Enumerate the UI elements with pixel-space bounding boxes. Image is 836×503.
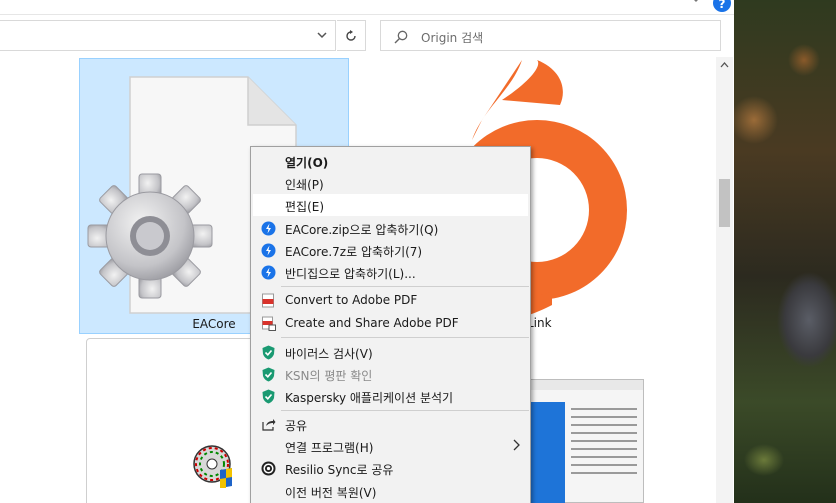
adobe-pdf-icon xyxy=(262,293,274,308)
menu-item-bandizip-compress[interactable]: 반디집으로 압축하기(L)... xyxy=(253,261,528,283)
menu-item-print[interactable]: 인쇄(P) xyxy=(253,172,528,194)
menu-item-edit[interactable]: 편집(E) xyxy=(253,194,528,216)
chevron-down-icon[interactable] xyxy=(690,0,704,9)
menu-item-convert-pdf[interactable]: Convert to Adobe PDF xyxy=(253,289,528,311)
bandizip-icon xyxy=(261,265,276,280)
menu-separator xyxy=(281,337,529,338)
thumbnail-titlebar xyxy=(531,380,643,390)
menu-item-zip-compress[interactable]: EACore.zip으로 압축하기(Q) xyxy=(253,217,528,239)
menu-item-label: EACore.zip으로 압축하기(Q) xyxy=(285,223,439,237)
refresh-icon xyxy=(346,30,356,41)
refresh-button[interactable] xyxy=(337,20,366,51)
gear-icon xyxy=(87,173,213,299)
kaspersky-shield-icon xyxy=(262,367,275,382)
menu-separator xyxy=(281,286,529,287)
menu-item-label: 열기(O) xyxy=(285,156,329,170)
menu-item-label: Kaspersky 애플리케이션 분석기 xyxy=(285,391,454,405)
bandizip-icon xyxy=(261,243,276,258)
menu-item-label: 반디집으로 압축하기(L)... xyxy=(285,267,416,281)
resilio-sync-icon xyxy=(261,461,276,476)
menu-item-label: 이전 버전 복원(V) xyxy=(285,486,377,500)
kaspersky-shield-icon xyxy=(262,389,275,404)
menu-item-kaspersky-analyzer[interactable]: Kaspersky 애플리케이션 분석기 xyxy=(253,385,528,407)
window-thumbnail[interactable] xyxy=(530,379,644,503)
menu-item-label: 인쇄(P) xyxy=(285,178,324,192)
share-icon xyxy=(262,419,276,431)
bandizip-icon xyxy=(261,221,276,236)
menu-item-label: 공유 xyxy=(285,419,308,433)
chevron-up-icon[interactable] xyxy=(719,61,730,71)
menu-item-label: 연결 프로그램(H) xyxy=(285,441,374,455)
background-photo xyxy=(734,0,836,503)
adobe-pdf-share-icon xyxy=(262,316,276,331)
menu-item-label: Create and Share Adobe PDF xyxy=(285,316,459,330)
help-button[interactable]: ? xyxy=(713,0,731,12)
menu-item-ksn-reputation[interactable]: KSN의 평판 확인 xyxy=(253,363,528,385)
thumbnail-text-lines xyxy=(571,408,637,480)
thumbnail-blue-panel xyxy=(531,402,565,503)
menu-item-label: Resilio Sync로 공유 xyxy=(285,463,394,477)
chevron-right-icon xyxy=(512,439,520,454)
menu-item-label: EACore.7z로 압축하기(7) xyxy=(285,245,423,259)
search-placeholder: Origin 검색 xyxy=(421,31,484,45)
menu-item-share[interactable]: 공유 xyxy=(253,413,528,435)
menu-item-7z-compress[interactable]: EACore.7z로 압축하기(7) xyxy=(253,239,528,261)
search-box[interactable]: Origin 검색 xyxy=(380,20,721,51)
menu-separator xyxy=(281,410,529,411)
file-item-setup[interactable] xyxy=(86,338,276,503)
context-menu: 열기(O) 인쇄(P) 편집(E) EACore.zip으로 압축하기(Q) E… xyxy=(250,146,531,503)
installer-disc-icon xyxy=(193,445,232,488)
scrollbar-thumb[interactable] xyxy=(719,179,730,227)
top-strip: ? xyxy=(0,0,734,15)
menu-item-open-with[interactable]: 연결 프로그램(H) xyxy=(253,435,528,457)
menu-item-open[interactable]: 열기(O) xyxy=(253,150,528,172)
menu-item-create-share-pdf[interactable]: Create and Share Adobe PDF xyxy=(253,312,528,334)
chevron-down-icon[interactable] xyxy=(315,28,329,42)
menu-item-label: Convert to Adobe PDF xyxy=(285,293,418,307)
address-bar[interactable] xyxy=(0,20,336,51)
menu-item-label: KSN의 평판 확인 xyxy=(285,369,373,383)
vertical-scrollbar[interactable] xyxy=(716,57,733,503)
menu-item-restore-previous[interactable]: 이전 버전 복원(V) xyxy=(253,480,528,502)
menu-item-label: 편집(E) xyxy=(285,200,325,214)
menu-item-resilio-share[interactable]: Resilio Sync로 공유 xyxy=(253,457,528,479)
kaspersky-shield-icon xyxy=(262,345,275,360)
menu-item-virus-scan[interactable]: 바이러스 검사(V) xyxy=(253,341,528,363)
search-icon xyxy=(393,29,409,45)
menu-item-label: 바이러스 검사(V) xyxy=(285,347,373,361)
